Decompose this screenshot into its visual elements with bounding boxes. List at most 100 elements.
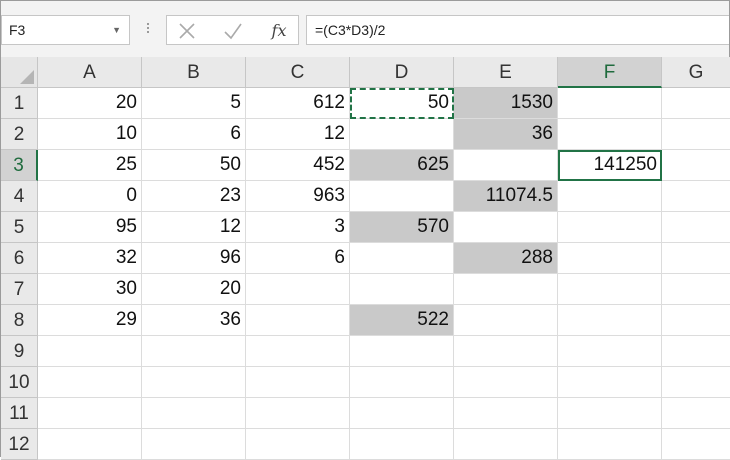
cell-f11[interactable] — [558, 398, 662, 429]
column-header-a[interactable]: A — [38, 57, 142, 88]
cell-g7[interactable] — [662, 274, 730, 305]
cell-c3[interactable]: 452 — [246, 150, 350, 181]
row-header-9[interactable]: 9 — [1, 336, 38, 367]
row-header-12[interactable]: 12 — [1, 429, 38, 460]
cell-d4[interactable] — [350, 181, 454, 212]
cell-g9[interactable] — [662, 336, 730, 367]
column-header-g[interactable]: G — [662, 57, 730, 88]
cell-e10[interactable] — [454, 367, 558, 398]
cell-g5[interactable] — [662, 212, 730, 243]
row-header-2[interactable]: 2 — [1, 119, 38, 150]
cell-b8[interactable]: 36 — [142, 305, 246, 336]
cell-e1[interactable]: 1530 — [454, 88, 558, 119]
cell-c12[interactable] — [246, 429, 350, 460]
cell-f1[interactable] — [558, 88, 662, 119]
column-header-e[interactable]: E — [454, 57, 558, 88]
cell-e4[interactable]: 11074.5 — [454, 181, 558, 212]
cell-c2[interactable]: 12 — [246, 119, 350, 150]
cell-c5[interactable]: 3 — [246, 212, 350, 243]
cancel-icon[interactable] — [175, 20, 199, 42]
cell-c1[interactable]: 612 — [246, 88, 350, 119]
row-header-7[interactable]: 7 — [1, 274, 38, 305]
cell-b9[interactable] — [142, 336, 246, 367]
cell-b12[interactable] — [142, 429, 246, 460]
column-header-d[interactable]: D — [350, 57, 454, 88]
cell-a2[interactable]: 10 — [38, 119, 142, 150]
row-header-11[interactable]: 11 — [1, 398, 38, 429]
chevron-down-icon[interactable]: ▼ — [112, 16, 121, 44]
column-header-c[interactable]: C — [246, 57, 350, 88]
cell-c9[interactable] — [246, 336, 350, 367]
cell-d3[interactable]: 625 — [350, 150, 454, 181]
drag-handle-icon[interactable] — [146, 21, 150, 39]
row-header-6[interactable]: 6 — [1, 243, 38, 274]
cell-e8[interactable] — [454, 305, 558, 336]
cell-a5[interactable]: 95 — [38, 212, 142, 243]
cell-g6[interactable] — [662, 243, 730, 274]
cell-f12[interactable] — [558, 429, 662, 460]
cell-g4[interactable] — [662, 181, 730, 212]
cell-g2[interactable] — [662, 119, 730, 150]
cell-b3[interactable]: 50 — [142, 150, 246, 181]
cell-d1[interactable]: 50 — [350, 88, 454, 119]
cell-e7[interactable] — [454, 274, 558, 305]
cell-g12[interactable] — [662, 429, 730, 460]
cell-d9[interactable] — [350, 336, 454, 367]
select-all-corner[interactable] — [1, 57, 38, 88]
cell-f2[interactable] — [558, 119, 662, 150]
row-header-5[interactable]: 5 — [1, 212, 38, 243]
cell-g1[interactable] — [662, 88, 730, 119]
cell-f5[interactable] — [558, 212, 662, 243]
cell-b10[interactable] — [142, 367, 246, 398]
cell-c11[interactable] — [246, 398, 350, 429]
cell-b7[interactable]: 20 — [142, 274, 246, 305]
cell-g8[interactable] — [662, 305, 730, 336]
cell-f10[interactable] — [558, 367, 662, 398]
cell-c7[interactable] — [246, 274, 350, 305]
cell-a6[interactable]: 32 — [38, 243, 142, 274]
formula-input[interactable]: =(C3*D3)/2 — [306, 15, 729, 45]
row-header-10[interactable]: 10 — [1, 367, 38, 398]
cell-c8[interactable] — [246, 305, 350, 336]
cell-a12[interactable] — [38, 429, 142, 460]
cell-a8[interactable]: 29 — [38, 305, 142, 336]
cell-a7[interactable]: 30 — [38, 274, 142, 305]
row-header-1[interactable]: 1 — [1, 88, 38, 119]
cell-b5[interactable]: 12 — [142, 212, 246, 243]
row-header-4[interactable]: 4 — [1, 181, 38, 212]
cell-e9[interactable] — [454, 336, 558, 367]
cell-e11[interactable] — [454, 398, 558, 429]
cell-a3[interactable]: 25 — [38, 150, 142, 181]
cell-f6[interactable] — [558, 243, 662, 274]
row-header-8[interactable]: 8 — [1, 305, 38, 336]
cell-d12[interactable] — [350, 429, 454, 460]
column-header-f[interactable]: F — [558, 57, 662, 88]
cell-d7[interactable] — [350, 274, 454, 305]
cell-a11[interactable] — [38, 398, 142, 429]
cell-d6[interactable] — [350, 243, 454, 274]
cell-e5[interactable] — [454, 212, 558, 243]
cell-d10[interactable] — [350, 367, 454, 398]
cell-g11[interactable] — [662, 398, 730, 429]
column-header-b[interactable]: B — [142, 57, 246, 88]
insert-function-icon[interactable]: fx — [267, 20, 291, 42]
enter-check-icon[interactable] — [221, 20, 245, 42]
cell-f4[interactable] — [558, 181, 662, 212]
row-header-3[interactable]: 3 — [1, 150, 38, 181]
cell-b11[interactable] — [142, 398, 246, 429]
cell-a10[interactable] — [38, 367, 142, 398]
cell-f7[interactable] — [558, 274, 662, 305]
cell-d8[interactable]: 522 — [350, 305, 454, 336]
cell-e6[interactable]: 288 — [454, 243, 558, 274]
cell-a1[interactable]: 20 — [38, 88, 142, 119]
cell-e2[interactable]: 36 — [454, 119, 558, 150]
cell-e3[interactable] — [454, 150, 558, 181]
cell-d2[interactable] — [350, 119, 454, 150]
cell-d5[interactable]: 570 — [350, 212, 454, 243]
cell-d11[interactable] — [350, 398, 454, 429]
cell-b2[interactable]: 6 — [142, 119, 246, 150]
cell-f8[interactable] — [558, 305, 662, 336]
cell-b1[interactable]: 5 — [142, 88, 246, 119]
cell-c4[interactable]: 963 — [246, 181, 350, 212]
name-box[interactable]: F3 ▼ — [1, 15, 130, 45]
